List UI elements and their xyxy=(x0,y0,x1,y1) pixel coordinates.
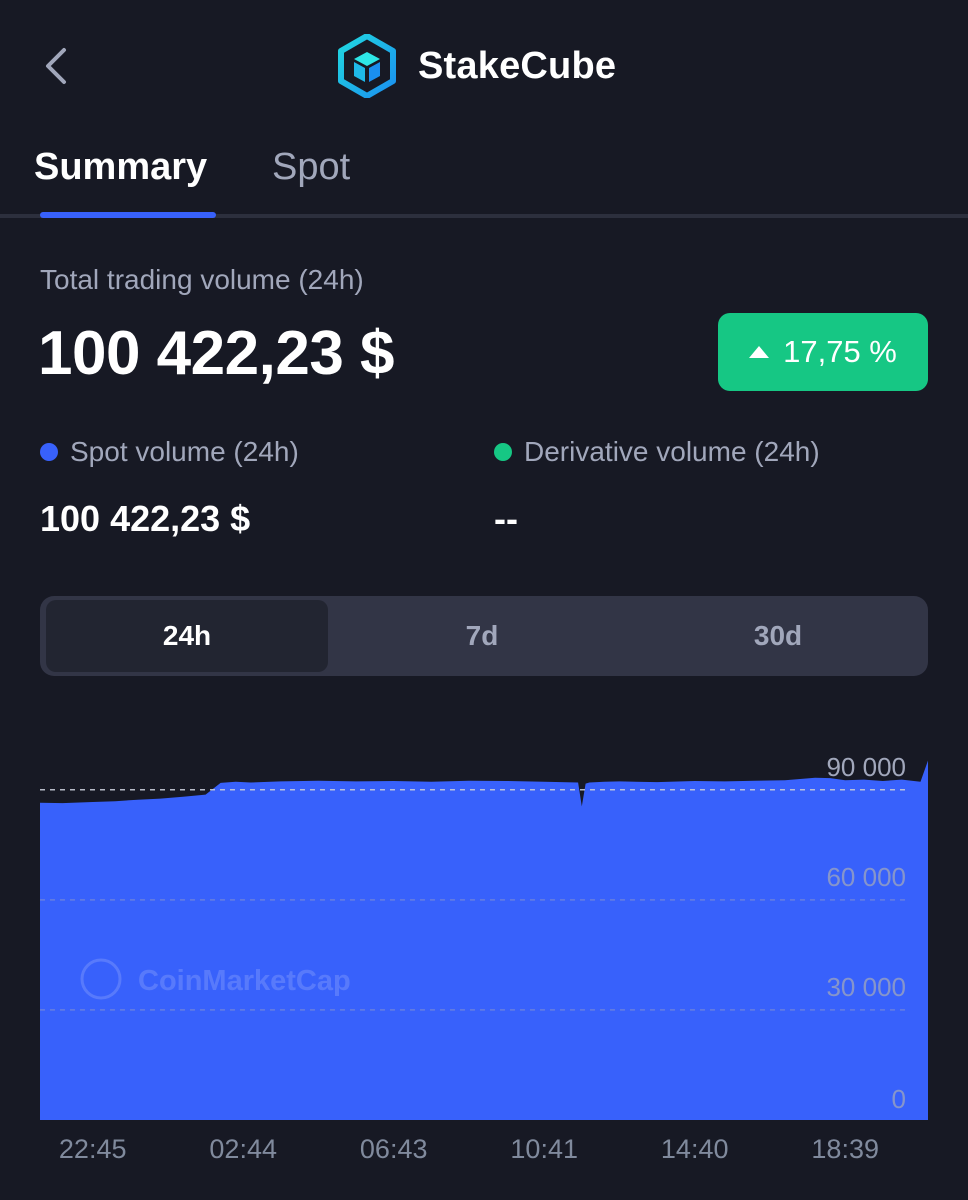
back-button[interactable] xyxy=(38,42,78,90)
x-tick-label: 06:43 xyxy=(360,1134,428,1164)
chevron-left-icon xyxy=(46,48,66,84)
x-tick-label: 10:41 xyxy=(510,1134,578,1164)
stakecube-cube-icon xyxy=(338,34,396,98)
spot-volume-label-row: Spot volume (24h) xyxy=(40,436,299,468)
total-volume-label: Total trading volume (24h) xyxy=(40,264,364,295)
spot-volume-label: Spot volume (24h) xyxy=(70,436,299,467)
y-tick-label: 0 xyxy=(892,1084,906,1114)
spot-volume-value: 100 422,23 $ xyxy=(40,498,251,539)
volume-area-series xyxy=(40,760,928,1120)
derivative-volume-label-row: Derivative volume (24h) xyxy=(494,436,820,468)
spot-volume: Spot volume (24h) 100 422,23 $ xyxy=(40,436,299,540)
change-value: 17,75 % xyxy=(783,334,897,369)
y-tick-label: 90 000 xyxy=(826,752,906,782)
range-option-24h[interactable]: 24h xyxy=(46,600,328,672)
brand: StakeCube xyxy=(338,34,616,98)
watermark-text: CoinMarketCap xyxy=(138,965,351,997)
total-volume-value: 100 422,23 $ xyxy=(38,319,395,388)
range-option-7d[interactable]: 7d xyxy=(336,600,628,672)
tab-bar: Summary Spot xyxy=(0,130,968,218)
arrow-up-icon xyxy=(749,346,770,358)
active-tab-indicator xyxy=(40,212,216,218)
y-tick-label: 30 000 xyxy=(826,972,906,1002)
tab-summary[interactable]: Summary xyxy=(34,146,207,189)
x-tick-label: 14:40 xyxy=(661,1134,729,1164)
range-option-30d[interactable]: 30d xyxy=(632,600,924,672)
range-selector: 24h 7d 30d xyxy=(40,596,928,676)
change-badge: 17,75 % xyxy=(718,313,928,391)
derivative-volume-label: Derivative volume (24h) xyxy=(524,436,820,467)
x-tick-label: 22:45 xyxy=(59,1134,127,1164)
volume-chart: CoinMarketCap 90 000 60 000 30 000 0 22:45 02:… xyxy=(40,752,928,1164)
spot-legend-dot xyxy=(40,443,58,461)
derivative-volume-value: -- xyxy=(494,498,518,539)
x-tick-label: 18:39 xyxy=(811,1134,879,1164)
app-header: StakeCube xyxy=(0,0,968,130)
x-tick-label: 02:44 xyxy=(209,1134,277,1164)
brand-name: StakeCube xyxy=(418,44,617,87)
derivative-volume: Derivative volume (24h) -- xyxy=(494,436,820,540)
y-tick-label: 60 000 xyxy=(826,862,906,892)
tab-spot[interactable]: Spot xyxy=(272,146,350,189)
derivative-legend-dot xyxy=(494,443,512,461)
